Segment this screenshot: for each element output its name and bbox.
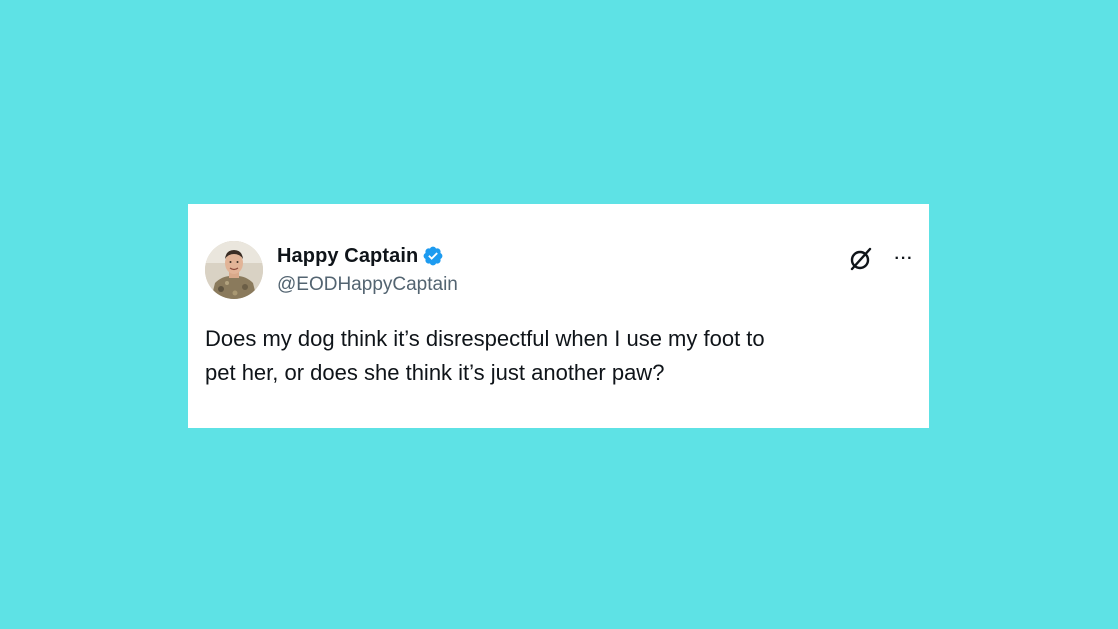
avatar-image bbox=[205, 241, 263, 299]
tweet-text: Does my dog think it’s disrespectful whe… bbox=[205, 326, 765, 385]
more-options-icon[interactable]: ··· bbox=[891, 246, 917, 272]
grok-icon[interactable] bbox=[848, 246, 874, 272]
handle[interactable]: @EODHappyCaptain bbox=[277, 274, 458, 296]
name-row: Happy Captain bbox=[277, 243, 444, 269]
verified-badge-icon bbox=[422, 245, 444, 267]
tweet-card[interactable]: Happy Captain @EODHappyCaptain ··· Does … bbox=[188, 204, 929, 428]
avatar[interactable] bbox=[205, 241, 263, 299]
display-name[interactable]: Happy Captain bbox=[277, 245, 418, 268]
